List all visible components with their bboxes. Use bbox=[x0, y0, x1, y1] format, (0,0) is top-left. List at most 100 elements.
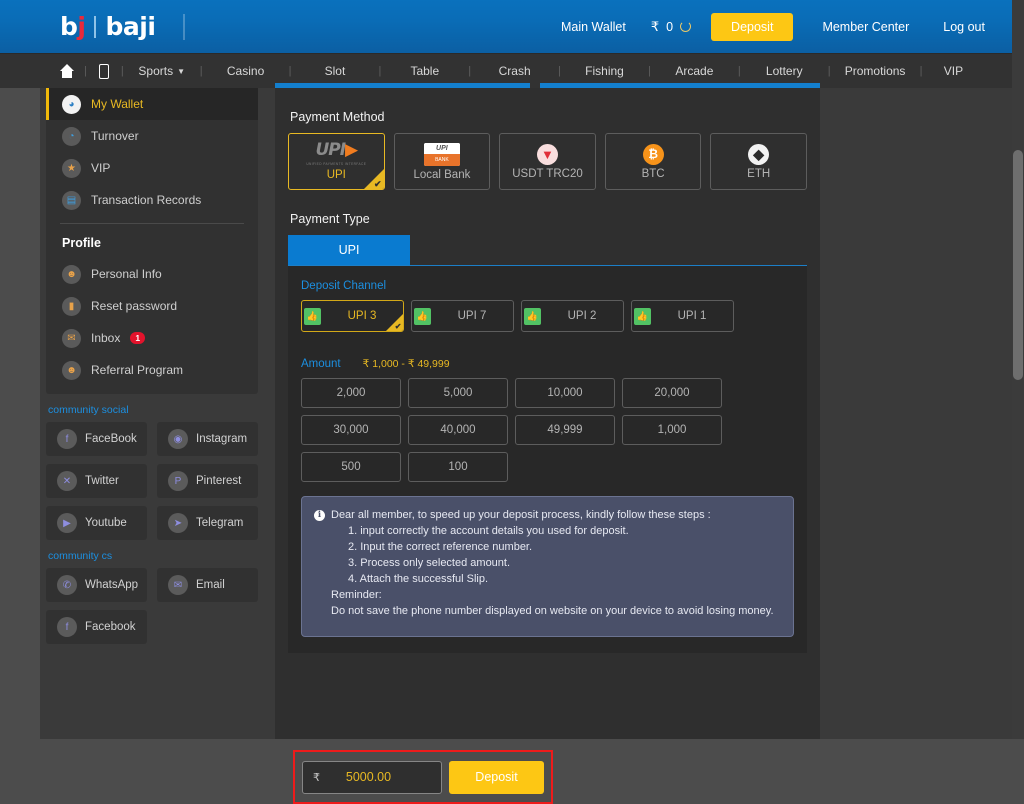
deposit-inner-panel: Deposit Channel 👍 UPI 3 ✔ 👍 UPI 7 👍 UPI … bbox=[288, 266, 807, 653]
payment-method-name: UPI bbox=[326, 169, 346, 181]
cs-button-whatsapp[interactable]: ✆ WhatsApp bbox=[46, 568, 147, 602]
nav-home[interactable] bbox=[50, 64, 84, 78]
nav-item-vip[interactable]: VIP bbox=[922, 64, 984, 78]
payment-method-name: BTC bbox=[641, 167, 665, 180]
social-label: Telegram bbox=[196, 517, 244, 529]
header-deposit-button[interactable]: Deposit bbox=[711, 12, 794, 41]
page-body: ◕ My Wallet ◔ Turnover ★ VIP ▤ Transacti… bbox=[0, 83, 1024, 804]
social-button-instagram[interactable]: ◉ Instagram bbox=[157, 422, 258, 456]
balance-display[interactable]: ₹ 0 bbox=[643, 19, 699, 35]
header-divider bbox=[183, 13, 186, 40]
nav-item-lottery[interactable]: Lottery bbox=[741, 64, 828, 78]
amount-option[interactable]: 10,000 bbox=[515, 378, 615, 408]
instagram-icon: ◉ bbox=[168, 429, 188, 449]
nav-item-casino[interactable]: Casino bbox=[203, 64, 289, 78]
refresh-icon[interactable] bbox=[680, 21, 692, 32]
sidebar-item-vip[interactable]: ★ VIP bbox=[46, 152, 258, 184]
amount-option[interactable]: 500 bbox=[301, 452, 401, 482]
turnover-icon: ◔ bbox=[62, 126, 81, 146]
social-button-telegram[interactable]: ➤ Telegram bbox=[157, 506, 258, 540]
deposit-amount-input[interactable]: ₹ 5000.00 bbox=[302, 760, 442, 794]
payment-method-local-bank[interactable]: UPI BANK Local Bank bbox=[393, 133, 491, 190]
facebook-icon: f bbox=[57, 617, 77, 637]
amount-option[interactable]: 2,000 bbox=[301, 378, 401, 408]
amount-option[interactable]: 100 bbox=[408, 452, 508, 482]
notice-reminder-text: Do not save the phone number displayed o… bbox=[331, 604, 774, 617]
social-button-facebook[interactable]: f FaceBook bbox=[46, 422, 147, 456]
vertical-scrollbar[interactable] bbox=[1012, 0, 1024, 739]
logout-link[interactable]: Log out bbox=[926, 20, 1002, 34]
payment-method-usdt-trc20[interactable]: ▼ USDT TRC20 bbox=[499, 133, 596, 190]
amount-option[interactable]: 20,000 bbox=[622, 378, 722, 408]
deposit-submit-button[interactable]: Deposit bbox=[449, 760, 544, 794]
sidebar-item-transaction-records[interactable]: ▤ Transaction Records bbox=[46, 184, 258, 216]
deposit-channel-upi-2[interactable]: 👍 UPI 2 bbox=[521, 300, 624, 332]
bitcoin-icon: ₿ bbox=[642, 143, 664, 165]
deposit-channel-name: UPI 1 bbox=[677, 310, 707, 322]
deposit-channel-upi-3[interactable]: 👍 UPI 3 ✔ bbox=[301, 300, 404, 332]
logo-divider bbox=[94, 16, 97, 38]
nav-item-crash[interactable]: Crash bbox=[471, 64, 558, 78]
nav-item-sports[interactable]: Sports ▼ bbox=[124, 64, 200, 78]
main-wallet-link[interactable]: Main Wallet bbox=[544, 20, 643, 34]
sidebar-item-label: VIP bbox=[91, 161, 111, 175]
notice-step: 2. Input the correct reference number. bbox=[348, 540, 533, 553]
nav-mobile-app[interactable] bbox=[87, 63, 121, 79]
amount-range: ₹ 1,000 - ₹ 49,999 bbox=[362, 358, 450, 370]
notice-reminder-label: Reminder: bbox=[331, 588, 382, 601]
sidebar-item-my-wallet[interactable]: ◕ My Wallet bbox=[46, 88, 258, 120]
tab-stub-deposit[interactable] bbox=[275, 83, 530, 88]
scrollbar-thumb[interactable] bbox=[1013, 150, 1023, 380]
upi-subtext: UNIFIED PAYMENTS INTERFACE bbox=[306, 162, 367, 166]
payment-method-label: Payment Method bbox=[290, 110, 385, 124]
deposit-panel: Payment Method UPI▶ UNIFIED PAYMENTS INT… bbox=[275, 83, 820, 739]
deposit-amount-value: 5000.00 bbox=[345, 770, 392, 784]
amount-option[interactable]: 40,000 bbox=[408, 415, 508, 445]
upi-logo-icon: UPI▶ bbox=[315, 140, 358, 160]
nav-item-fishing[interactable]: Fishing bbox=[561, 64, 648, 78]
social-button-youtube[interactable]: ▶ Youtube bbox=[46, 506, 147, 540]
amount-option[interactable]: 1,000 bbox=[622, 415, 722, 445]
nav-items: | | Sports ▼ | Casino | Slot | Table | Cr… bbox=[50, 63, 1010, 79]
logo-wordmark: baji bbox=[105, 12, 156, 41]
sidebar-item-label: Turnover bbox=[91, 129, 139, 143]
sidebar-menu-card: ◕ My Wallet ◔ Turnover ★ VIP ▤ Transacti… bbox=[46, 88, 258, 394]
payment-method-btc[interactable]: ₿ BTC bbox=[604, 133, 702, 190]
cs-button-email[interactable]: ✉ Email bbox=[157, 568, 258, 602]
sidebar-item-personal-info[interactable]: ☻ Personal Info bbox=[46, 258, 258, 290]
nav-item-arcade[interactable]: Arcade bbox=[651, 64, 738, 78]
deposit-notice: i Dear all member, to speed up your depo… bbox=[301, 496, 794, 637]
payment-method-eth[interactable]: ◆ ETH bbox=[710, 133, 807, 190]
balance-amount: 0 bbox=[666, 19, 674, 34]
payment-method-upi[interactable]: UPI▶ UNIFIED PAYMENTS INTERFACE UPI ✔ bbox=[288, 133, 385, 190]
site-header: bj baji Main Wallet ₹ 0 Deposit Member Ce… bbox=[0, 0, 1024, 53]
social-button-pinterest[interactable]: P Pinterest bbox=[157, 464, 258, 498]
sidebar-item-turnover[interactable]: ◔ Turnover bbox=[46, 120, 258, 152]
tab-upi[interactable]: UPI bbox=[288, 235, 410, 265]
social-button-twitter[interactable]: ✕ Twitter bbox=[46, 464, 147, 498]
nav-item-table[interactable]: Table bbox=[381, 64, 468, 78]
sidebar-item-inbox[interactable]: ✉ Inbox 1 bbox=[46, 322, 258, 354]
cs-button-facebook[interactable]: f Facebook bbox=[46, 610, 147, 644]
local-bank-icon: UPI BANK bbox=[423, 142, 460, 166]
sidebar-item-referral-program[interactable]: ☻ Referral Program bbox=[46, 354, 258, 386]
amount-option[interactable]: 30,000 bbox=[301, 415, 401, 445]
nav-item-promotions[interactable]: Promotions bbox=[831, 64, 920, 78]
amount-option[interactable]: 49,999 bbox=[515, 415, 615, 445]
amount-option[interactable]: 5,000 bbox=[408, 378, 508, 408]
logo-mark-j: j bbox=[77, 12, 86, 41]
notice-intro-row: i Dear all member, to speed up your depo… bbox=[314, 508, 780, 524]
amount-options-grid: 2,000 5,000 10,000 20,000 30,000 40,000 … bbox=[301, 378, 794, 482]
nav-item-slot[interactable]: Slot bbox=[291, 64, 378, 78]
sidebar-item-reset-password[interactable]: ▮ Reset password bbox=[46, 290, 258, 322]
deposit-channel-upi-7[interactable]: 👍 UPI 7 bbox=[411, 300, 514, 332]
inbox-mail-icon: ✉ bbox=[62, 328, 81, 348]
vip-star-icon: ★ bbox=[62, 158, 81, 178]
telegram-icon: ➤ bbox=[168, 513, 188, 533]
tab-stub-withdraw[interactable] bbox=[540, 83, 820, 88]
thumbs-up-icon: 👍 bbox=[634, 307, 651, 325]
brand-logo[interactable]: bj baji bbox=[60, 0, 186, 53]
member-center-link[interactable]: Member Center bbox=[805, 20, 926, 34]
sidebar-item-label: Reset password bbox=[91, 299, 178, 313]
deposit-channel-upi-1[interactable]: 👍 UPI 1 bbox=[631, 300, 734, 332]
